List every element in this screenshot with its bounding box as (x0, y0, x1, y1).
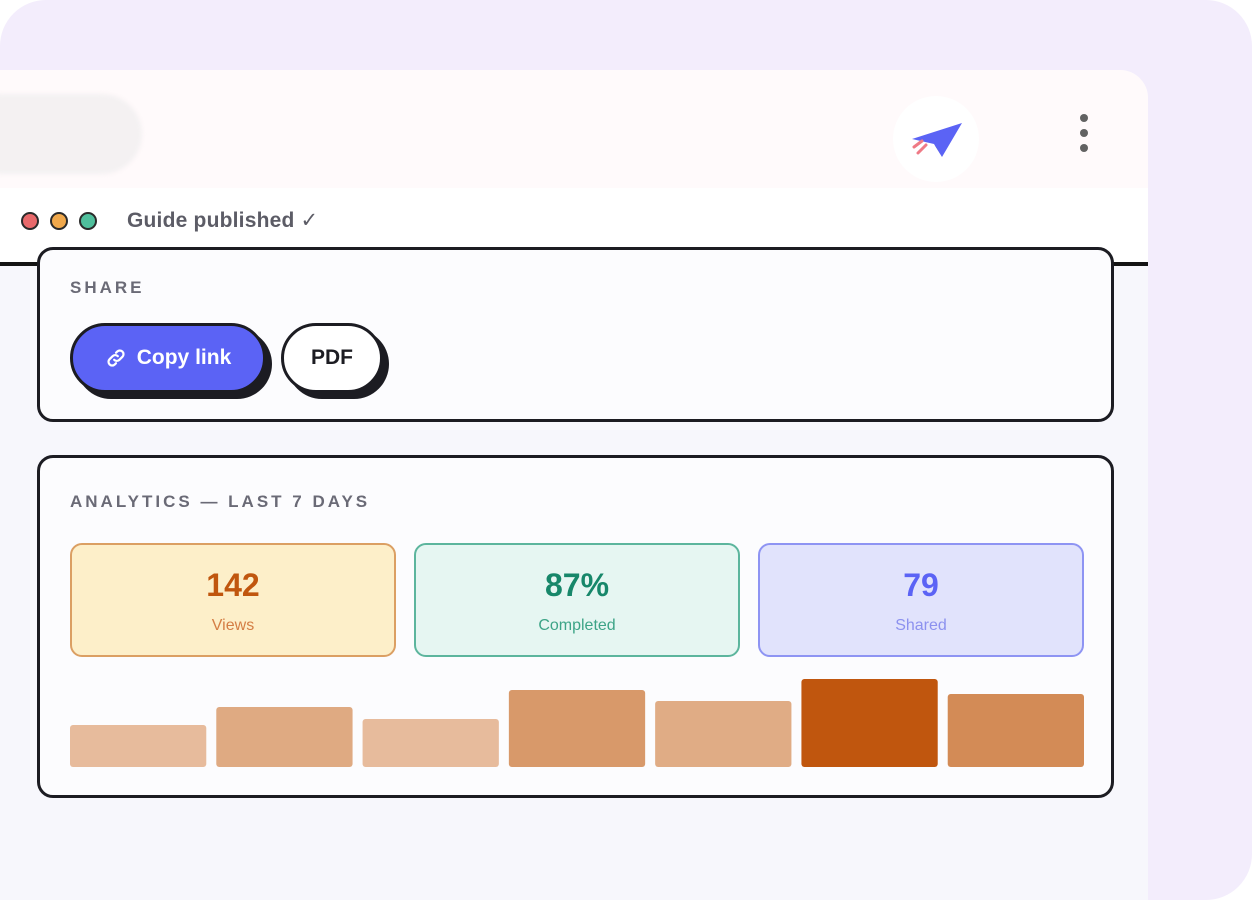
chart-bar (508, 690, 646, 767)
views-bar-chart (70, 677, 1084, 767)
maximize-window-button[interactable] (79, 212, 97, 230)
stat-label: Views (211, 617, 255, 634)
share-section-label: SHARE (70, 278, 145, 297)
analytics-section-label: ANALYTICS — LAST 7 DAYS (70, 492, 371, 511)
chart-bar (655, 701, 792, 767)
window-title: Guide published ✓ (127, 209, 319, 232)
chart-bar (216, 707, 353, 767)
stat-value: 87% (544, 567, 610, 603)
browser-toolbar (0, 70, 1148, 188)
address-bar[interactable] (0, 94, 142, 174)
chart-bar (70, 725, 207, 767)
stat-card-views: 142 Views (70, 543, 396, 657)
menu-dot (1080, 129, 1088, 137)
stat-card-shared: 79 Shared (758, 543, 1084, 657)
copy-link-label: Copy link (136, 346, 232, 369)
bar-chart-svg (70, 679, 1084, 767)
menu-dot (1080, 144, 1088, 152)
stat-label: Completed (538, 617, 616, 634)
link-icon (107, 349, 125, 367)
copy-link-button[interactable]: Copy link (70, 323, 266, 393)
paper-plane-icon (912, 123, 962, 157)
stat-card-completed: 87% Completed (414, 543, 740, 657)
share-panel: SHARE Copy link PDF (37, 247, 1114, 422)
menu-dot (1080, 114, 1088, 122)
stat-value: 142 (206, 567, 260, 603)
pdf-button[interactable]: PDF (281, 323, 383, 393)
stat-label: Shared (895, 617, 947, 634)
minimize-window-button[interactable] (50, 212, 68, 230)
chart-bar (947, 694, 1084, 767)
chart-bar (801, 679, 938, 767)
extension-button[interactable] (893, 96, 979, 182)
close-window-button[interactable] (21, 212, 39, 230)
pdf-label: PDF (311, 346, 353, 369)
kebab-menu-button[interactable] (1064, 108, 1104, 158)
chart-bar (362, 719, 499, 767)
stat-value: 79 (903, 567, 939, 603)
analytics-panel: ANALYTICS — LAST 7 DAYS 142 Views 87% Co… (37, 455, 1114, 798)
